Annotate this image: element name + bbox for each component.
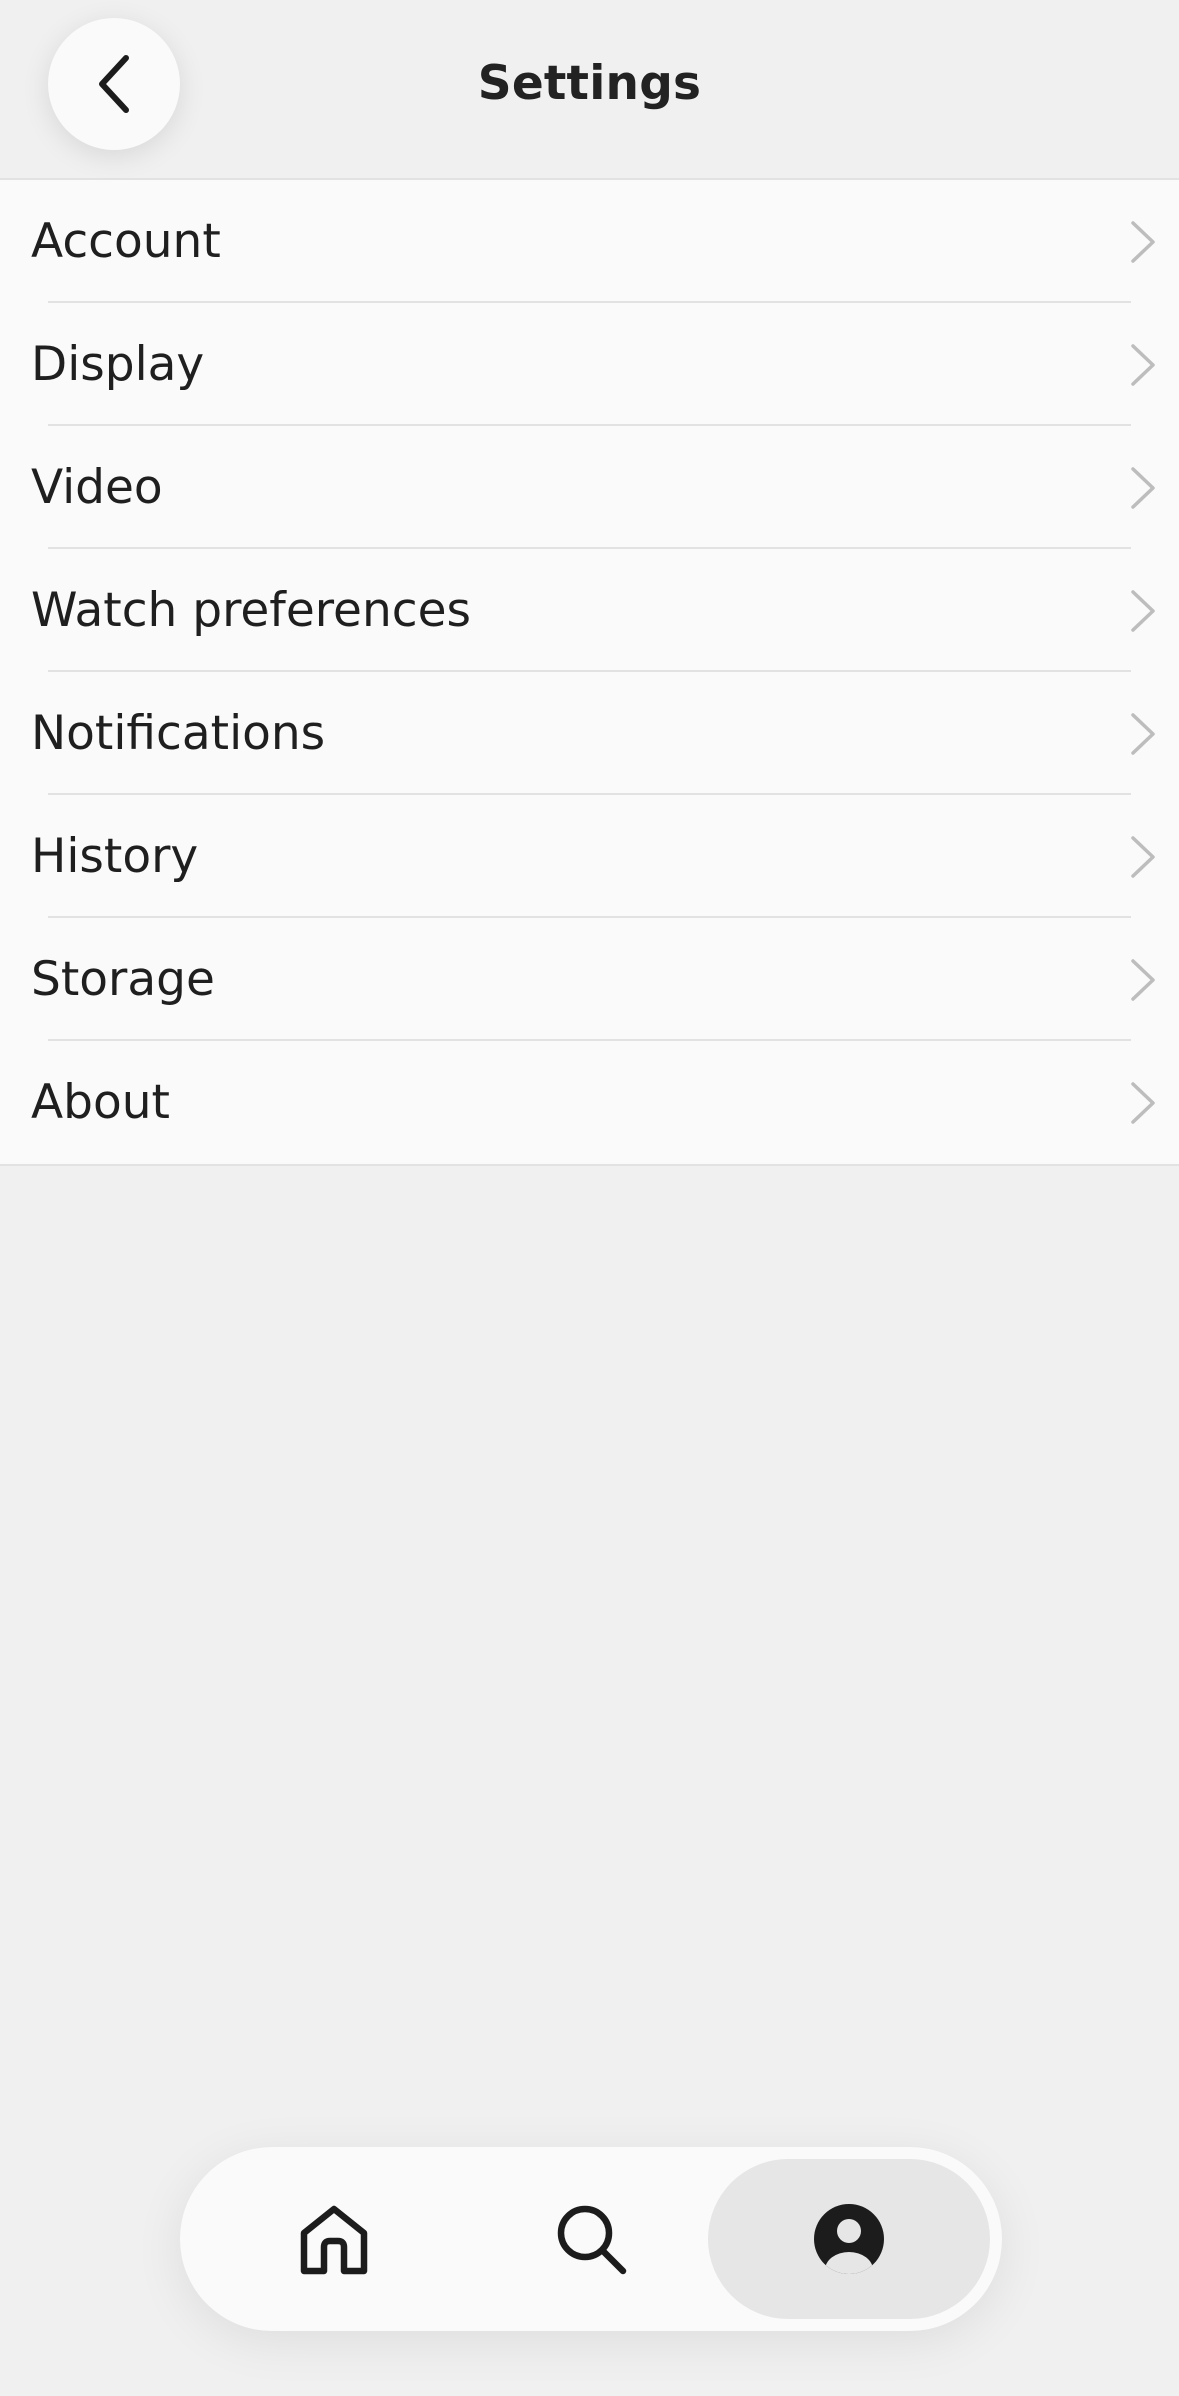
bottom-tab-bar (180, 2147, 1002, 2331)
settings-item-label: Display (31, 337, 205, 392)
chevron-right-icon (1131, 467, 1155, 509)
chevron-right-icon (1131, 221, 1155, 263)
settings-item-notifications[interactable]: Notifications (0, 672, 1179, 795)
chevron-right-icon (1131, 590, 1155, 632)
settings-item-label: About (31, 1075, 170, 1130)
settings-item-account[interactable]: Account (0, 180, 1179, 303)
settings-item-storage[interactable]: Storage (0, 918, 1179, 1041)
settings-item-video[interactable]: Video (0, 426, 1179, 549)
search-icon (557, 2205, 627, 2275)
settings-list: Account Display Video Watch preferences … (0, 180, 1179, 1166)
settings-item-label: History (31, 829, 199, 884)
settings-item-label: Watch preferences (31, 583, 472, 638)
profile-icon (814, 2204, 884, 2274)
chevron-right-icon (1131, 959, 1155, 1001)
chevron-right-icon (1131, 1082, 1155, 1124)
settings-item-label: Storage (31, 952, 215, 1007)
home-icon (300, 2205, 368, 2275)
settings-item-display[interactable]: Display (0, 303, 1179, 426)
settings-item-watch-preferences[interactable]: Watch preferences (0, 549, 1179, 672)
settings-item-about[interactable]: About (0, 1041, 1179, 1164)
header: Settings (0, 0, 1179, 180)
chevron-left-icon (99, 55, 129, 113)
tab-search[interactable] (477, 2159, 705, 2319)
back-button[interactable] (48, 18, 180, 150)
tab-profile[interactable] (708, 2159, 990, 2319)
chevron-right-icon (1131, 713, 1155, 755)
settings-item-label: Video (31, 460, 163, 515)
settings-item-history[interactable]: History (0, 795, 1179, 918)
chevron-right-icon (1131, 344, 1155, 386)
settings-item-label: Notifications (31, 706, 326, 761)
chevron-right-icon (1131, 836, 1155, 878)
tab-home[interactable] (220, 2159, 448, 2319)
settings-item-label: Account (31, 214, 221, 269)
